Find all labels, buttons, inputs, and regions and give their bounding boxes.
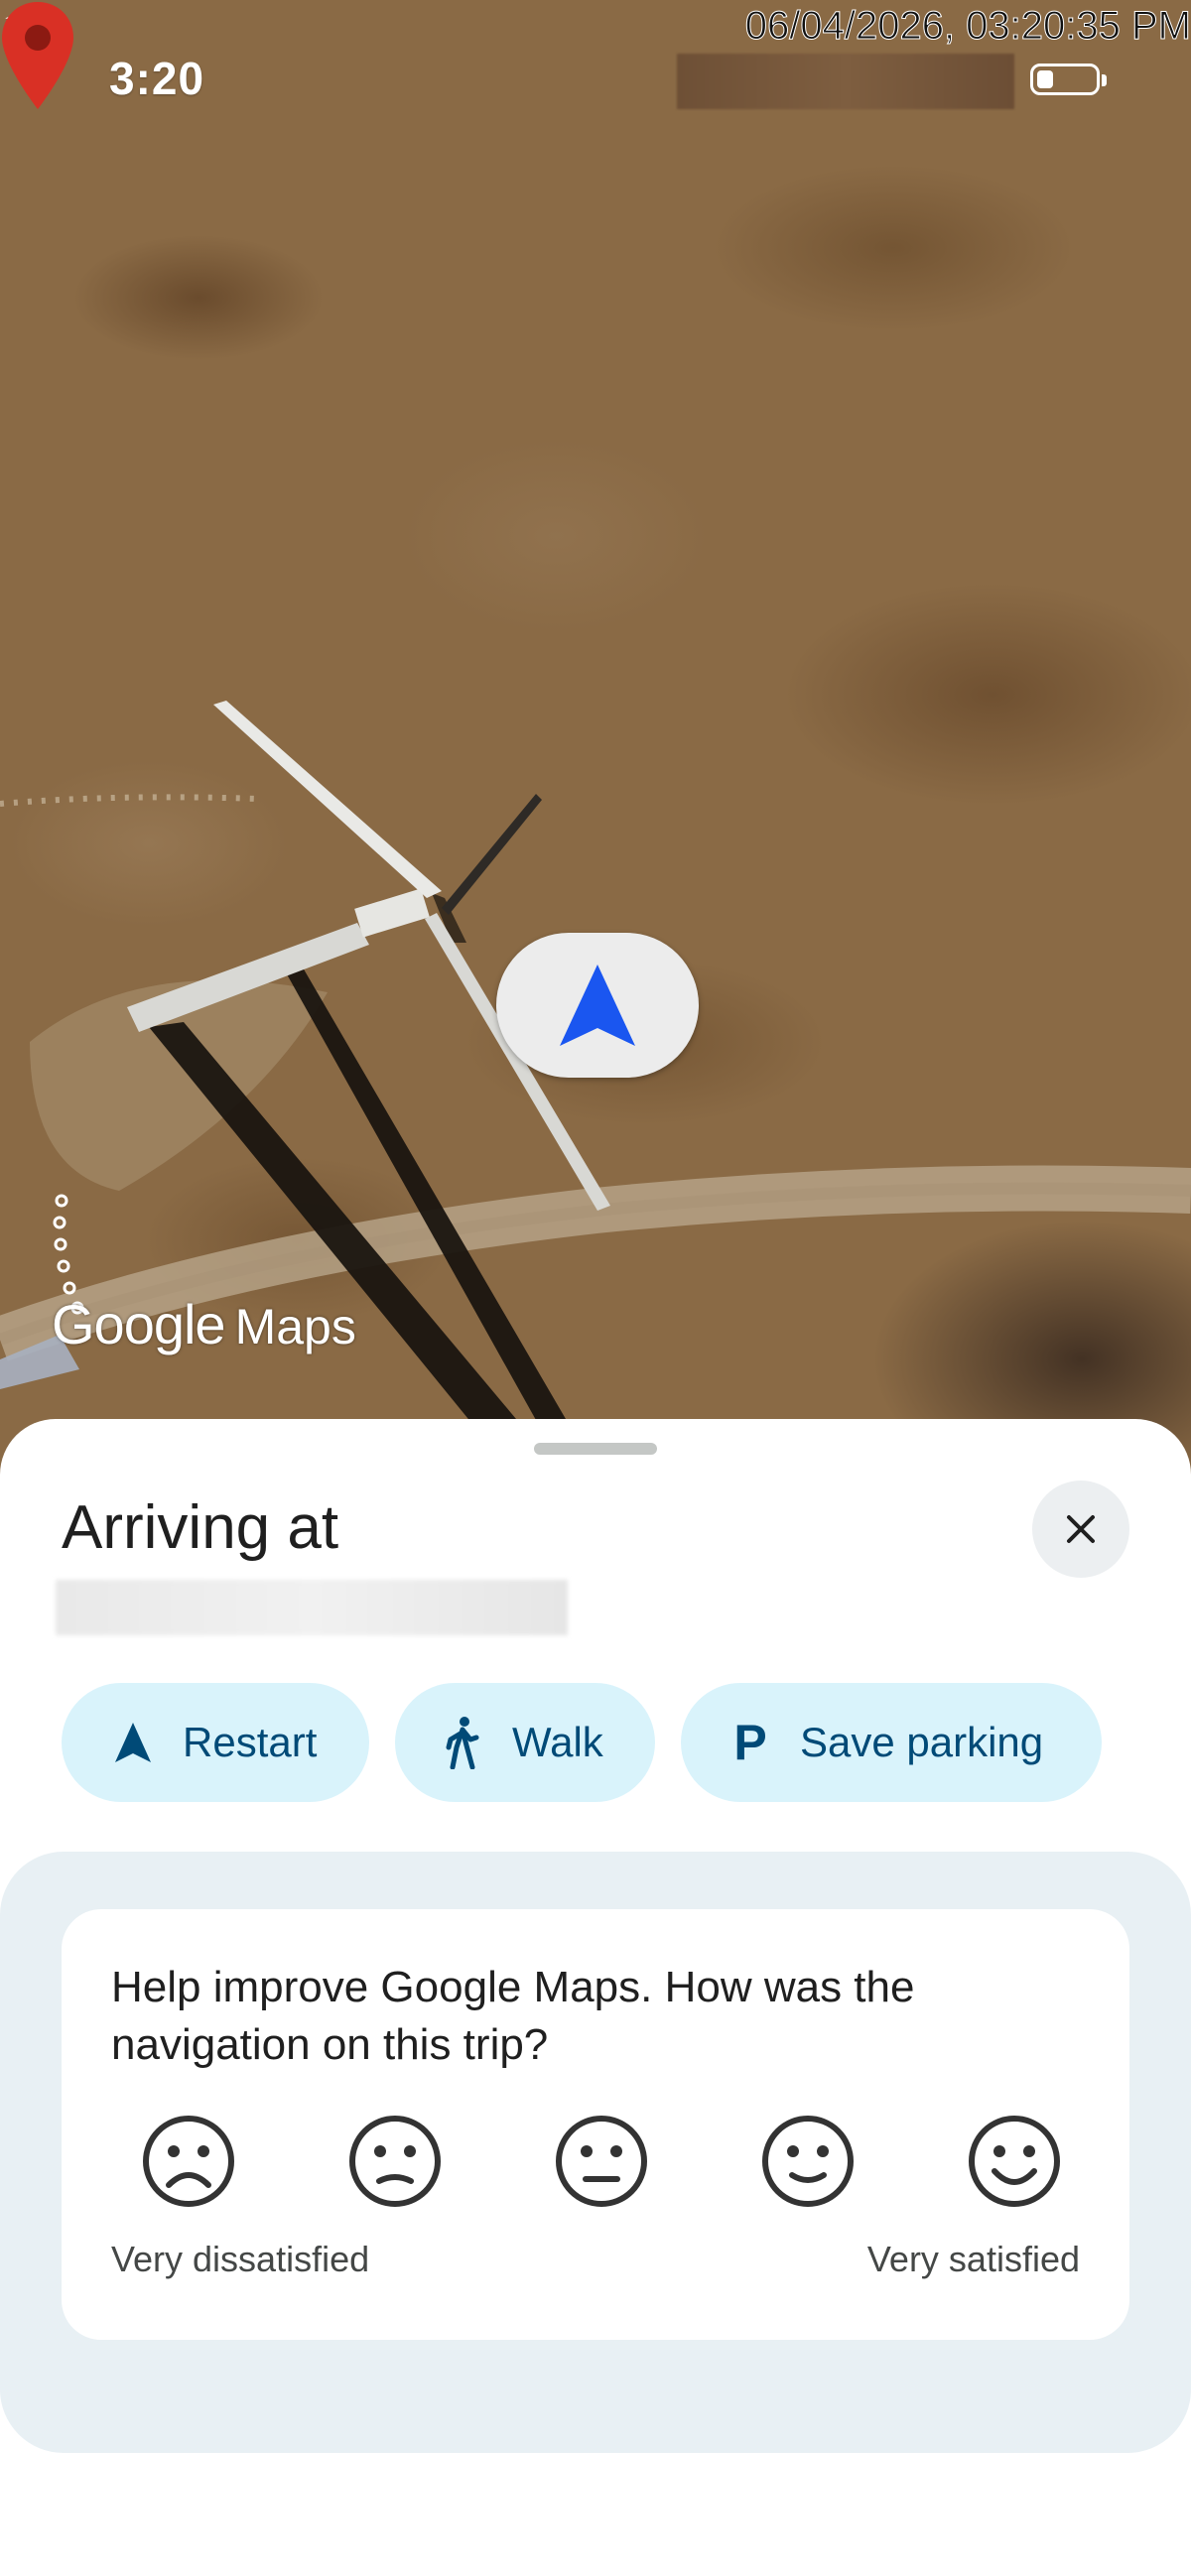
navigation-arrow-icon [115, 1723, 151, 1762]
current-location-marker [496, 933, 699, 1078]
satisfied-face-icon[interactable] [758, 2112, 858, 2211]
logo-maps-text: Maps [234, 1299, 356, 1354]
rating-faces [139, 2112, 1122, 2211]
google-maps-logo: Google Maps [52, 1292, 356, 1356]
save-parking-button[interactable]: P Save parking [681, 1683, 1102, 1802]
scale-low-label: Very dissatisfied [111, 2239, 370, 2279]
redacted-status-area [677, 54, 1014, 109]
feedback-section: Help improve Google Maps. How was the na… [0, 1852, 1191, 2453]
walk-button[interactable]: Walk [395, 1683, 655, 1802]
status-time: 3:20 [109, 53, 205, 104]
map-terrain [0, 701, 1191, 1429]
close-icon [1067, 1515, 1095, 1543]
neutral-face-icon[interactable] [552, 2112, 651, 2211]
arriving-title: Arriving at [62, 1493, 339, 1562]
battery-icon [1030, 64, 1107, 95]
restart-label: Restart [183, 1719, 318, 1765]
scale-high-label: Very satisfied [866, 2239, 1080, 2279]
dissatisfied-face-icon[interactable] [345, 2112, 445, 2211]
timestamp-overlay: 06/04/2026, 03:20:35 PM [744, 4, 1191, 49]
restart-button[interactable]: Restart [62, 1683, 369, 1802]
redacted-destination-address [56, 1580, 568, 1635]
satellite-map[interactable]: 3:20 06/04/2026, 03:20:35 PM Google Maps [0, 0, 1191, 1488]
very-dissatisfied-face-icon[interactable] [139, 2112, 238, 2211]
destination-pin-icon[interactable] [0, 0, 75, 111]
save-parking-label: Save parking [800, 1719, 1044, 1765]
walking-person-icon [446, 1717, 479, 1769]
walk-label: Walk [512, 1719, 603, 1765]
parking-icon: P [733, 1715, 767, 1770]
feedback-card: Help improve Google Maps. How was the na… [62, 1909, 1129, 2340]
logo-google-text: Google [52, 1293, 226, 1355]
navigation-arrow-icon [560, 965, 635, 1046]
feedback-question: Help improve Google Maps. How was the na… [111, 1963, 915, 2069]
very-satisfied-face-icon[interactable] [965, 2112, 1064, 2211]
sheet-drag-handle[interactable] [534, 1443, 657, 1455]
close-button[interactable] [1032, 1481, 1129, 1578]
arrival-bottom-sheet: Arriving at Restart Walk P Save parking … [0, 1419, 1191, 2576]
